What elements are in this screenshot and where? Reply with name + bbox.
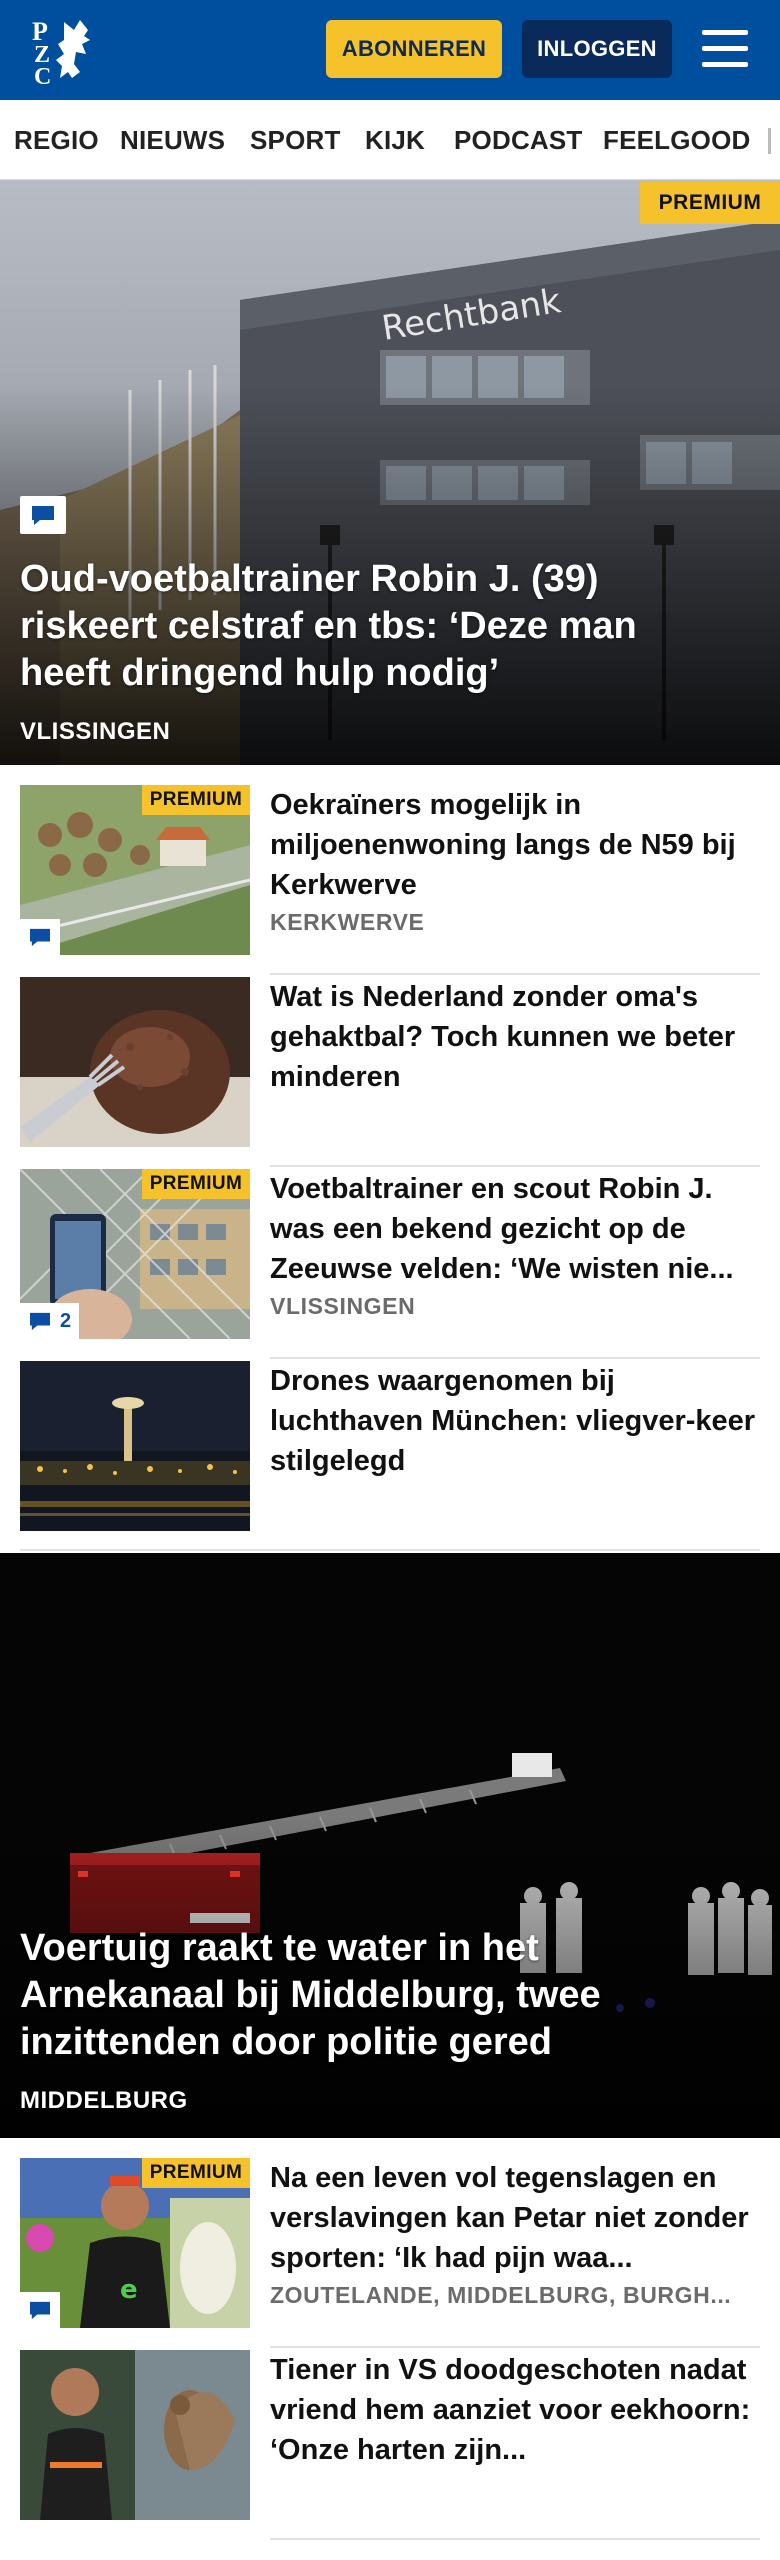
comment-count-value: 2 bbox=[60, 1309, 72, 1332]
hero-headline[interactable]: Voertuig raakt te water in het Arnekanaa… bbox=[20, 1925, 720, 2066]
comment-icon[interactable] bbox=[20, 919, 60, 955]
nav-item-podcast[interactable]: PODCAST bbox=[454, 100, 583, 179]
article-title[interactable]: Tiener in VS doodgeschoten nadat vriend … bbox=[270, 2350, 760, 2470]
pzc-logo[interactable]: P Z C bbox=[26, 12, 116, 90]
article-item[interactable]: e PREMIUM Na een leven vol tegenslagen e… bbox=[20, 2158, 760, 2348]
section-nav: REGIO NIEUWS SPORT KIJK PODCAST FEELGOOD bbox=[0, 100, 780, 180]
premium-badge: PREMIUM bbox=[142, 1169, 250, 1199]
article-item[interactable]: Drones waargenomen bij luchthaven Münche… bbox=[20, 1361, 760, 1551]
hamburger-menu-icon[interactable] bbox=[696, 26, 754, 72]
article-item[interactable]: Wat is Nederland zonder oma's gehaktbal?… bbox=[20, 977, 760, 1167]
svg-text:e: e bbox=[120, 2275, 138, 2305]
article-location: KERKWERVE bbox=[270, 909, 425, 935]
nav-item-kijk[interactable]: KIJK bbox=[365, 100, 425, 179]
article-location: ZOUTELANDE, MIDDELBURG, BURGH... bbox=[270, 2282, 732, 2308]
divider bbox=[270, 1165, 760, 1167]
hero-article-arnekanaal[interactable]: Voertuig raakt te water in het Arnekanaa… bbox=[0, 1553, 780, 2138]
hero-article-rechtbank[interactable]: Rechtbank PREMIUM Oud-voetbaltrainer Rob… bbox=[0, 180, 780, 765]
premium-badge: PREMIUM bbox=[142, 2158, 250, 2188]
svg-text:C: C bbox=[34, 64, 51, 88]
comment-icon bbox=[30, 1312, 50, 1331]
article-thumbnail bbox=[20, 1361, 250, 1531]
nav-item-sport[interactable]: SPORT bbox=[250, 100, 341, 179]
hero-headline[interactable]: Oud-voetbaltrainer Robin J. (39) riskeer… bbox=[20, 556, 720, 697]
premium-badge: PREMIUM bbox=[142, 785, 250, 815]
article-item[interactable]: PREMIUM 2 Voetbaltrainer en scout Robin … bbox=[20, 1169, 760, 1359]
comment-count[interactable]: 2 bbox=[20, 1303, 80, 1339]
article-title[interactable]: Oekraïners mogelijk in miljoenenwoning l… bbox=[270, 785, 760, 905]
login-button[interactable]: INLOGGEN bbox=[522, 20, 672, 78]
article-thumbnail: e PREMIUM bbox=[20, 2158, 250, 2328]
article-thumbnail: PREMIUM 2 bbox=[20, 1169, 250, 1339]
article-title[interactable]: Na een leven vol tegenslagen en verslavi… bbox=[270, 2158, 760, 2278]
comment-icon[interactable] bbox=[20, 496, 66, 534]
article-location: VLISSINGEN bbox=[270, 1293, 416, 1319]
nav-overflow-hint bbox=[768, 128, 771, 154]
hero-location: VLISSINGEN bbox=[20, 718, 171, 745]
divider bbox=[20, 1549, 760, 1551]
divider bbox=[270, 2346, 760, 2348]
article-title[interactable]: Voetbaltrainer en scout Robin J. was een… bbox=[270, 1169, 760, 1289]
nav-item-feelgood[interactable]: FEELGOOD bbox=[603, 100, 751, 179]
top-bar: P Z C ABONNEREN INLOGGEN bbox=[0, 0, 780, 100]
article-item[interactable]: Tiener in VS doodgeschoten nadat vriend … bbox=[20, 2350, 760, 2540]
divider bbox=[270, 2538, 760, 2540]
comment-icon[interactable] bbox=[20, 2292, 60, 2328]
article-title[interactable]: Drones waargenomen bij luchthaven Münche… bbox=[270, 1361, 760, 1481]
article-thumbnail bbox=[20, 977, 250, 1147]
nav-item-regio[interactable]: REGIO bbox=[14, 100, 99, 179]
article-title[interactable]: Wat is Nederland zonder oma's gehaktbal?… bbox=[270, 977, 760, 1097]
subscribe-button[interactable]: ABONNEREN bbox=[326, 20, 502, 78]
divider bbox=[270, 1357, 760, 1359]
article-thumbnail bbox=[20, 2350, 250, 2520]
divider bbox=[270, 973, 760, 975]
article-thumbnail: PREMIUM bbox=[20, 785, 250, 955]
hero-location: MIDDELBURG bbox=[20, 2087, 188, 2114]
article-item[interactable]: PREMIUM Oekraïners mogelijk in miljoenen… bbox=[20, 785, 760, 975]
nav-item-nieuws[interactable]: NIEUWS bbox=[120, 100, 225, 179]
premium-badge: PREMIUM bbox=[640, 182, 780, 224]
